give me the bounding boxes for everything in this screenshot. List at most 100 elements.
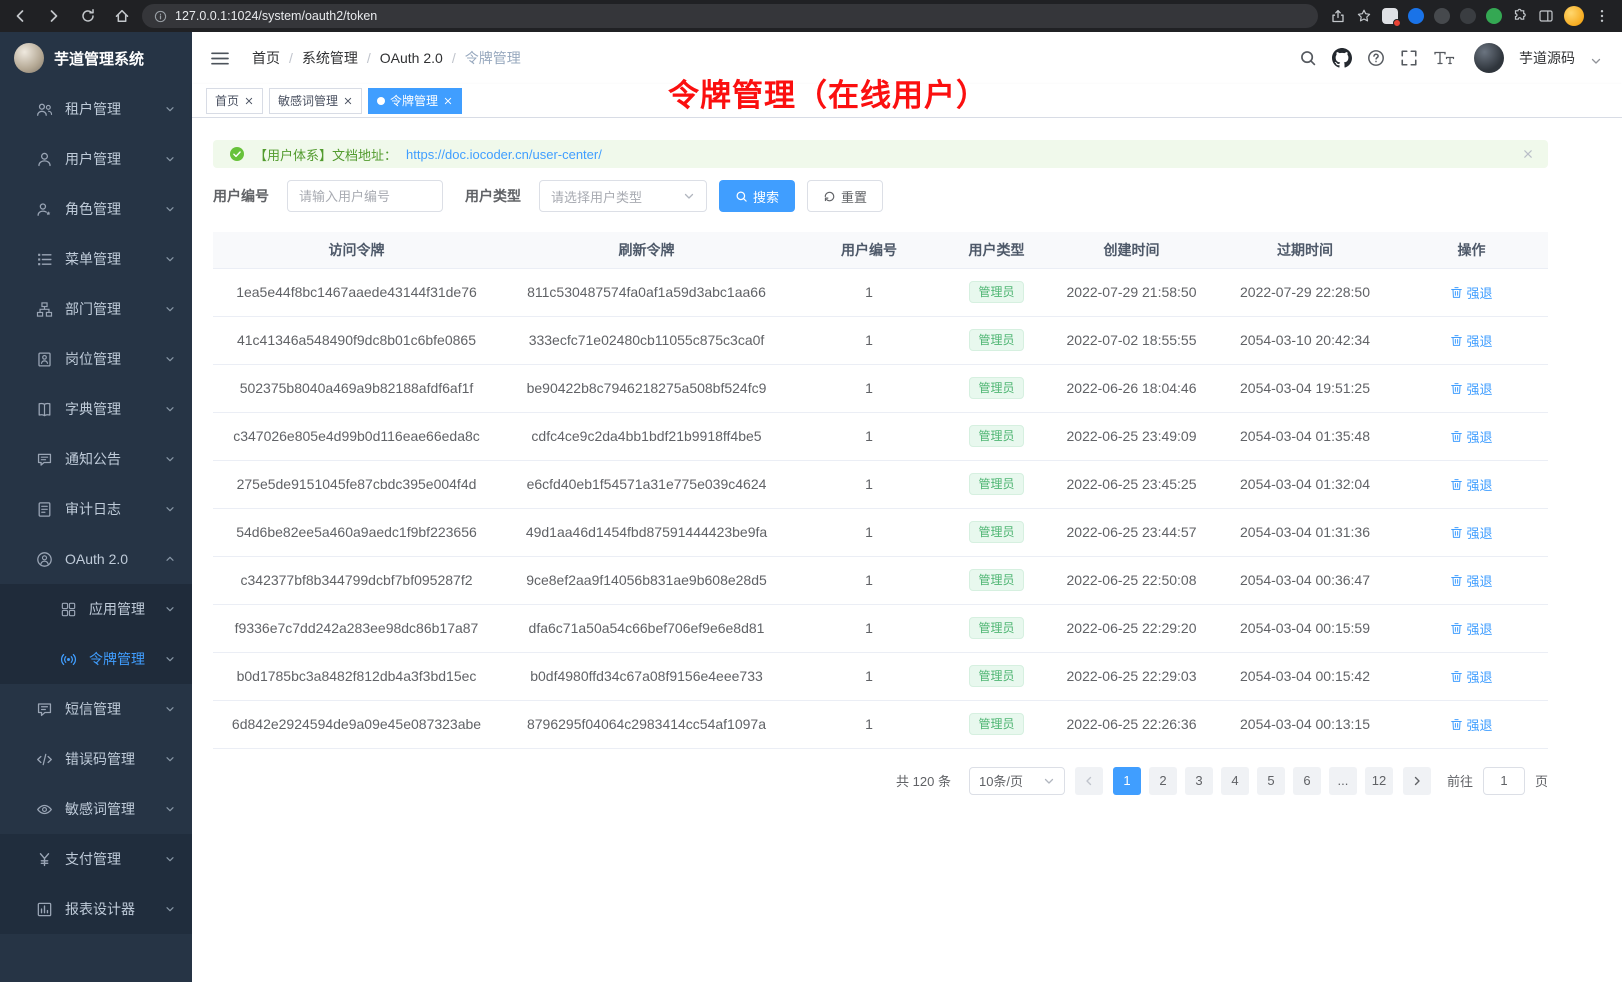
table-row: 54d6be82ee5a460a9aedc1f9bf223656 49d1aa4…: [213, 508, 1548, 556]
tab-close-icon[interactable]: [343, 96, 353, 106]
create-time-cell: 2022-07-29 21:58:50: [1048, 268, 1215, 316]
page-button[interactable]: 6: [1293, 767, 1321, 795]
force-logout-button[interactable]: 强退: [1450, 619, 1492, 638]
browser-forward-icon[interactable]: [46, 8, 62, 24]
tab-close-icon[interactable]: [443, 96, 453, 106]
total-count: 共 120 条: [896, 771, 951, 790]
pay-icon: [36, 851, 53, 868]
expire-time-cell: 2054-03-04 01:35:48: [1215, 412, 1395, 460]
sidebar-item[interactable]: 用户管理: [0, 134, 192, 184]
force-logout-button[interactable]: 强退: [1450, 283, 1492, 302]
breadcrumb-label: 令牌管理: [465, 48, 521, 68]
force-logout-button[interactable]: 强退: [1450, 571, 1492, 590]
browser-menu-icon[interactable]: [1594, 8, 1610, 24]
user-id-cell: 1: [793, 508, 945, 556]
page-size-select[interactable]: 10条/页: [969, 767, 1065, 795]
share-icon[interactable]: [1330, 8, 1346, 24]
browser-reload-icon[interactable]: [80, 8, 96, 24]
access-token-cell: c347026e805e4d99b0d116eae66eda8c: [213, 412, 500, 460]
extension-blue-icon[interactable]: [1408, 8, 1424, 24]
reset-button[interactable]: 重置: [807, 180, 883, 212]
extension-red-badge-icon[interactable]: [1382, 8, 1398, 24]
sidebar-item[interactable]: 菜单管理: [0, 234, 192, 284]
user-avatar[interactable]: [1474, 43, 1504, 73]
force-logout-label: 强退: [1466, 283, 1492, 302]
help-icon[interactable]: [1367, 49, 1385, 67]
search-button[interactable]: 搜索: [719, 180, 795, 212]
force-logout-button[interactable]: 强退: [1450, 715, 1492, 734]
action-cell: 强退: [1395, 652, 1548, 700]
browser-back-icon[interactable]: [12, 8, 28, 24]
force-logout-button[interactable]: 强退: [1450, 523, 1492, 542]
force-logout-button[interactable]: 强退: [1450, 379, 1492, 398]
breadcrumb-item[interactable]: 系统管理: [302, 48, 380, 68]
browser-profile-avatar[interactable]: [1564, 6, 1584, 26]
force-logout-button[interactable]: 强退: [1450, 331, 1492, 350]
page-button[interactable]: ...: [1329, 767, 1357, 795]
next-page-button[interactable]: [1403, 767, 1431, 795]
extension-dark2-icon[interactable]: [1460, 8, 1476, 24]
sidebar-item[interactable]: 字典管理: [0, 384, 192, 434]
breadcrumb-item[interactable]: 首页: [252, 48, 302, 68]
tab[interactable]: 首页: [206, 88, 263, 114]
page-button[interactable]: 5: [1257, 767, 1285, 795]
url-bar[interactable]: 127.0.0.1:1024/system/oauth2/token: [142, 4, 1318, 28]
force-logout-button[interactable]: 强退: [1450, 427, 1492, 446]
user-name[interactable]: 芋道源码: [1519, 48, 1575, 68]
fullscreen-icon[interactable]: [1400, 49, 1418, 67]
prev-page-button[interactable]: [1075, 767, 1103, 795]
tab-close-icon[interactable]: [244, 96, 254, 106]
sidebar-item[interactable]: 敏感词管理: [0, 784, 192, 834]
sidebar-item[interactable]: 通知公告: [0, 434, 192, 484]
sidebar-item[interactable]: 短信管理: [0, 684, 192, 734]
page-button[interactable]: 1: [1113, 767, 1141, 795]
force-logout-button[interactable]: 强退: [1450, 475, 1492, 494]
goto-page-input[interactable]: [1483, 767, 1525, 795]
extension-dark-icon[interactable]: [1434, 8, 1450, 24]
extension-green-icon[interactable]: [1486, 8, 1502, 24]
user-type-select[interactable]: 请选择用户类型: [539, 180, 707, 212]
tenant-icon: [36, 101, 53, 118]
extensions-puzzle-icon[interactable]: [1512, 8, 1528, 24]
app-title: 芋道管理系统: [54, 48, 144, 69]
delete-icon: [1450, 286, 1463, 299]
tab[interactable]: 敏感词管理: [269, 88, 362, 114]
create-time-cell: 2022-06-26 18:04:46: [1048, 364, 1215, 412]
sidebar-item[interactable]: 部门管理: [0, 284, 192, 334]
search-icon[interactable]: [1299, 49, 1317, 67]
sidebar-item[interactable]: 应用管理: [0, 584, 192, 634]
user-id-cell: 1: [793, 652, 945, 700]
force-logout-button[interactable]: 强退: [1450, 667, 1492, 686]
sidebar-item[interactable]: 错误码管理: [0, 734, 192, 784]
app-logo[interactable]: 芋道管理系统: [0, 32, 192, 84]
browser-side-panel-icon[interactable]: [1538, 8, 1554, 24]
sidebar-item[interactable]: 角色管理: [0, 184, 192, 234]
sidebar-item[interactable]: 令牌管理: [0, 634, 192, 684]
alert-close-icon[interactable]: [1522, 148, 1534, 160]
site-info-icon[interactable]: [154, 10, 167, 23]
sidebar-item[interactable]: OAuth 2.0: [0, 534, 192, 584]
user-id-input[interactable]: [287, 180, 443, 212]
user-caret-down-icon[interactable]: [1590, 55, 1602, 67]
dept-icon: [36, 301, 53, 318]
sidebar-item[interactable]: 支付管理: [0, 834, 192, 884]
page-button[interactable]: 3: [1185, 767, 1213, 795]
font-size-icon[interactable]: [1433, 49, 1455, 67]
page-content: 【用户体系】文档地址： https://doc.iocoder.cn/user-…: [192, 118, 1622, 982]
delete-icon: [1450, 526, 1463, 539]
doc-link[interactable]: https://doc.iocoder.cn/user-center/: [406, 147, 602, 162]
sidebar-collapse-icon[interactable]: [210, 50, 230, 67]
breadcrumb-item[interactable]: OAuth 2.0: [380, 50, 465, 66]
breadcrumb-item[interactable]: 令牌管理: [465, 48, 521, 68]
sidebar-item[interactable]: 审计日志: [0, 484, 192, 534]
tab[interactable]: 令牌管理: [368, 88, 462, 114]
page-button[interactable]: 4: [1221, 767, 1249, 795]
github-icon[interactable]: [1332, 48, 1352, 68]
page-button[interactable]: 12: [1365, 767, 1393, 795]
bookmark-star-icon[interactable]: [1356, 8, 1372, 24]
sidebar-item[interactable]: 岗位管理: [0, 334, 192, 384]
sidebar-item[interactable]: 报表设计器: [0, 884, 192, 934]
browser-home-icon[interactable]: [114, 8, 130, 24]
sidebar-item[interactable]: 租户管理: [0, 84, 192, 134]
page-button[interactable]: 2: [1149, 767, 1177, 795]
